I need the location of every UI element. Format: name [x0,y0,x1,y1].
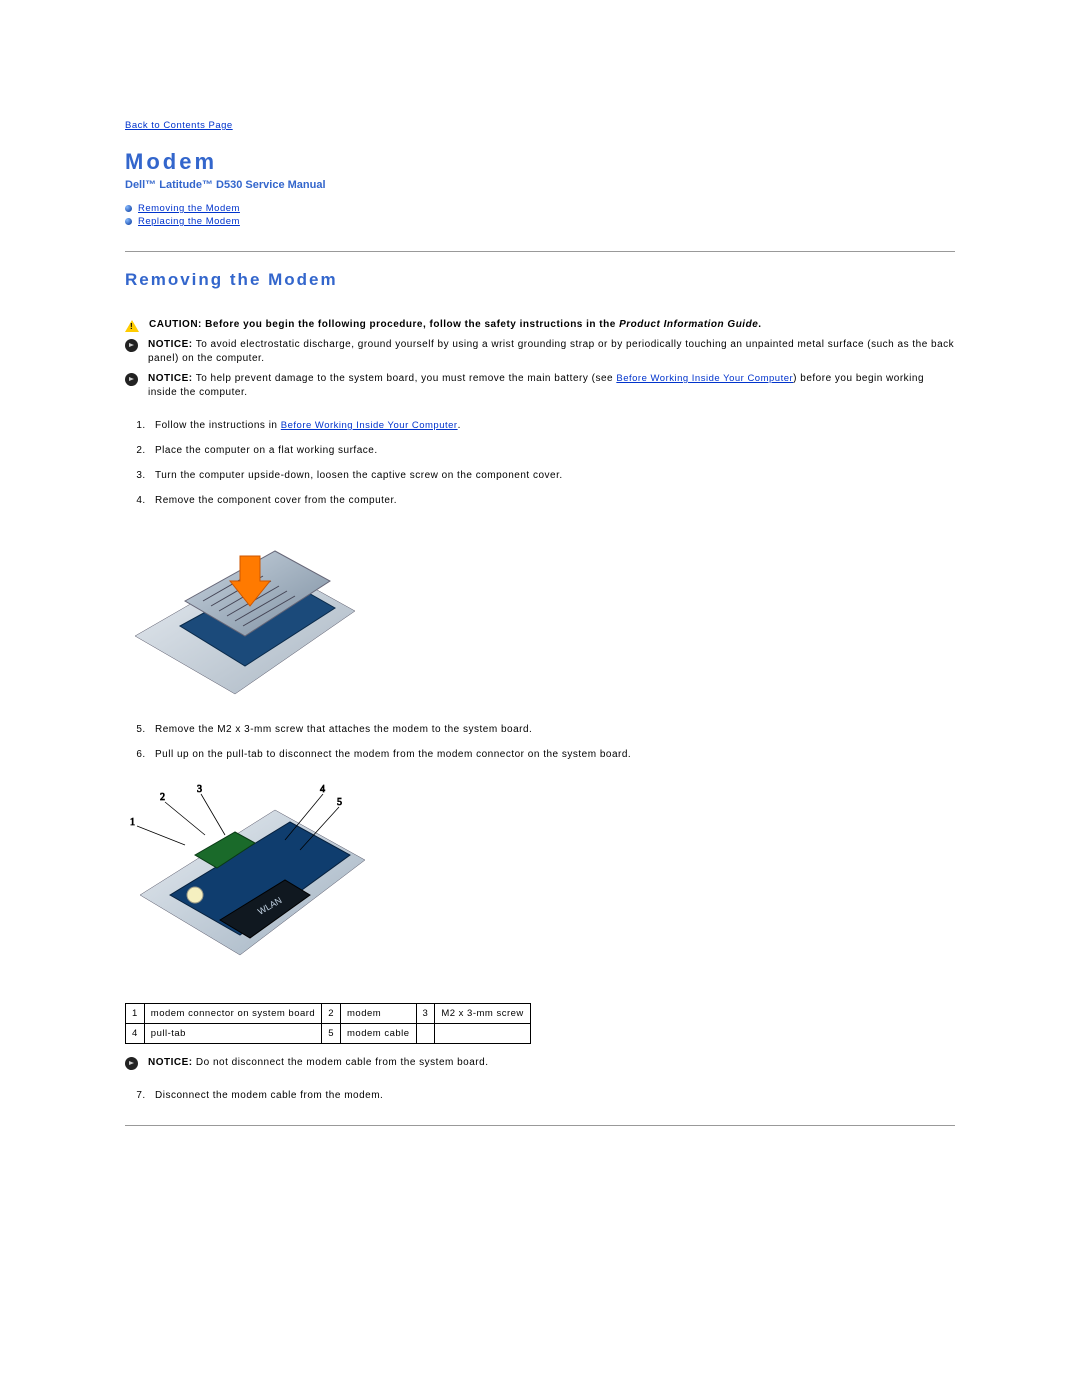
notice-label: NOTICE: [148,373,193,384]
step-1: Follow the instructions in Before Workin… [149,420,955,431]
callout-label: modem [341,1004,417,1024]
step-5: Remove the M2 x 3-mm screw that attaches… [149,724,955,735]
callout-num: 4 [126,1024,145,1044]
notice-block: NOTICE: To avoid electrostatic discharge… [125,338,955,366]
callout-num: 5 [322,1024,341,1044]
caution-body-guide: Product Information Guide [619,319,758,330]
step-6: Pull up on the pull-tab to disconnect th… [149,749,955,760]
notice-text: NOTICE: Do not disconnect the modem cabl… [148,1056,955,1070]
notice-label: NOTICE: [148,1057,193,1068]
divider [125,251,955,252]
toc-link-removing[interactable]: Removing the Modem [138,203,240,214]
page-title: Modem [125,149,955,175]
callout-num: 3 [416,1004,435,1024]
procedure-list-cont: Remove the M2 x 3-mm screw that attaches… [125,724,955,760]
caution-label: CAUTION: [149,319,202,330]
callout-label: modem connector on system board [144,1004,321,1024]
table-row: 1 modem connector on system board 2 mode… [126,1004,531,1024]
callout-num: 1 [126,1004,145,1024]
notice-link[interactable]: Before Working Inside Your Computer [616,373,793,384]
back-to-contents-link[interactable]: Back to Contents Page [125,120,233,131]
notice-body: Do not disconnect the modem cable from t… [196,1057,489,1068]
toc-item: Removing the Modem [125,203,955,214]
procedure-list: Follow the instructions in Before Workin… [125,420,955,506]
toc-item: Replacing the Modem [125,216,955,227]
notice-body: To avoid electrostatic discharge, ground… [148,339,954,364]
notice-block: NOTICE: To help prevent damage to the sy… [125,372,955,400]
procedure-list-cont2: Disconnect the modem cable from the mode… [125,1090,955,1101]
step-3: Turn the computer upside-down, loosen th… [149,470,955,481]
step-7: Disconnect the modem cable from the mode… [149,1090,955,1101]
svg-text:2: 2 [160,792,165,803]
callout-label: M2 x 3-mm screw [435,1004,530,1024]
table-row: 4 pull-tab 5 modem cable [126,1024,531,1044]
step-link[interactable]: Before Working Inside Your Computer [281,420,458,431]
svg-text:1: 1 [130,817,135,828]
caution-body-a: Before you begin the following procedure… [205,319,619,330]
toc-link-replacing[interactable]: Replacing the Modem [138,216,240,227]
bullet-icon [125,205,132,212]
figure-component-cover [125,526,955,704]
page-body: Back to Contents Page Modem Dell™ Latitu… [0,0,1080,1224]
callout-num: 2 [322,1004,341,1024]
notice-text: NOTICE: To avoid electrostatic discharge… [148,338,955,366]
caution-text: CAUTION: Before you begin the following … [149,318,955,332]
caution-body-c: . [758,319,761,330]
notice-icon [125,339,138,352]
svg-text:4: 4 [320,784,325,795]
step-4: Remove the component cover from the comp… [149,495,955,506]
notice-text: NOTICE: To help prevent damage to the sy… [148,372,955,400]
caution-icon [125,320,139,332]
callout-label: pull-tab [144,1024,321,1044]
callout-label: modem cable [341,1024,417,1044]
step-text: Follow the instructions in [155,420,281,431]
notice-icon [125,373,138,386]
section-heading: Removing the Modem [125,270,955,290]
bullet-icon [125,218,132,225]
page-subtitle: Dell™ Latitude™ D530 Service Manual [125,179,955,191]
callout-table: 1 modem connector on system board 2 mode… [125,1003,531,1044]
notice-icon [125,1057,138,1070]
notice-body-a: To help prevent damage to the system boa… [196,373,617,384]
caution-block: CAUTION: Before you begin the following … [125,318,955,332]
notice-label: NOTICE: [148,339,193,350]
figure-modem: WLAN 1 2 3 4 5 [125,780,955,983]
svg-text:3: 3 [197,784,202,795]
notice-block: NOTICE: Do not disconnect the modem cabl… [125,1056,955,1070]
callout-num [416,1024,435,1044]
step-2: Place the computer on a flat working sur… [149,445,955,456]
svg-text:5: 5 [337,797,342,808]
divider [125,1125,955,1126]
step-text: . [458,420,461,431]
callout-label [435,1024,530,1044]
